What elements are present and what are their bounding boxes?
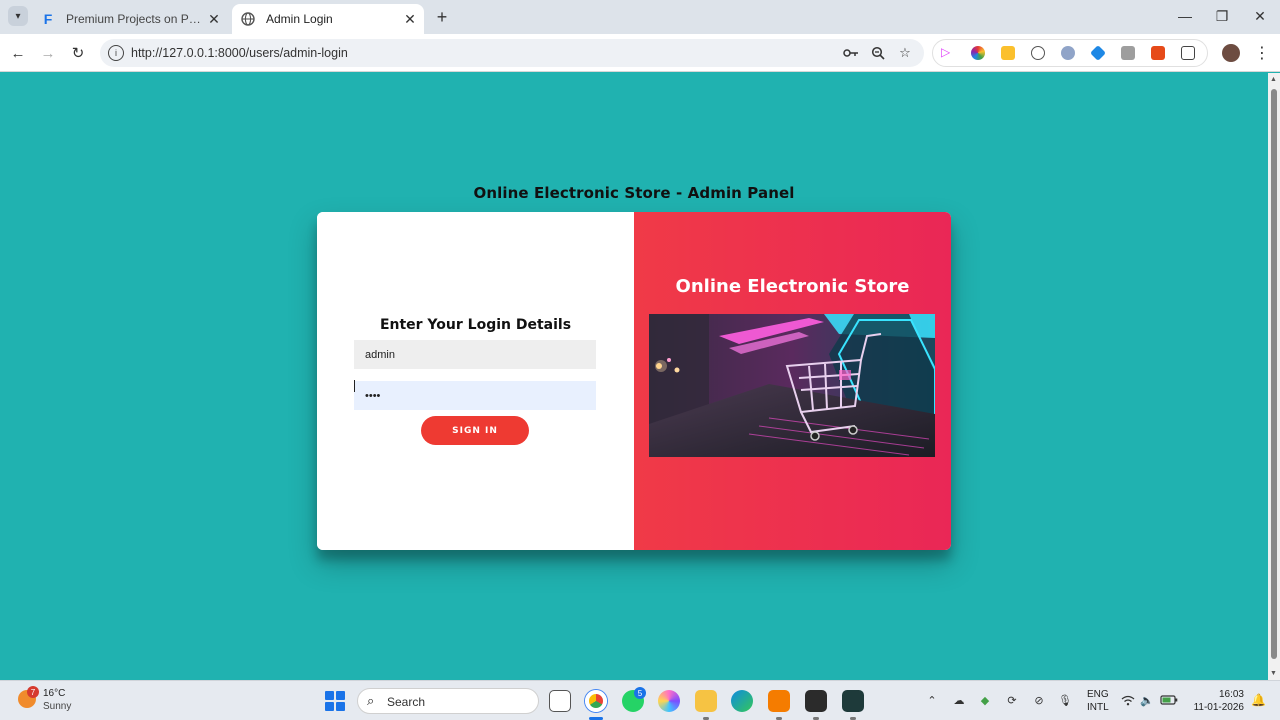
edge-icon[interactable] xyxy=(731,690,753,712)
volume-icon[interactable]: 🔈 xyxy=(1140,693,1154,707)
url-text[interactable]: http://127.0.0.1:8000/users/admin-login xyxy=(131,46,348,60)
chrome-icon[interactable] xyxy=(585,690,607,712)
search-label: Search xyxy=(387,695,426,709)
clock-time: 16:03 xyxy=(1218,689,1244,700)
text-caret xyxy=(354,380,355,392)
extension-pin-icon[interactable] xyxy=(1090,45,1106,61)
zoom-icon[interactable] xyxy=(869,45,887,61)
wifi-icon[interactable] xyxy=(1121,693,1135,707)
refresh-sync-icon[interactable]: ⟳ xyxy=(1005,693,1019,707)
f-logo-icon: F xyxy=(43,11,53,27)
taskbar-search[interactable]: ⌕ Search xyxy=(357,688,539,714)
extension-play-icon[interactable]: ▷ xyxy=(941,45,955,59)
address-bar[interactable]: i http://127.0.0.1:8000/users/admin-logi… xyxy=(100,39,924,67)
browser-tab-bar: ▾ F Premium Projects on PHP, Java, ✕ Adm… xyxy=(0,0,1280,34)
language-line1: ENG xyxy=(1087,689,1109,700)
extension-circle-icon[interactable] xyxy=(1031,46,1045,60)
vertical-scrollbar[interactable]: ▲ ▼ xyxy=(1268,73,1280,680)
task-view-icon[interactable] xyxy=(549,690,571,712)
back-icon[interactable]: ← xyxy=(8,43,28,63)
profile-avatar[interactable] xyxy=(1222,44,1240,62)
onedrive-cloud-icon[interactable]: ☁ xyxy=(952,693,966,707)
tab-admin-login[interactable]: Admin Login ✕ xyxy=(232,4,424,34)
extension-camera-icon[interactable] xyxy=(1121,46,1135,60)
extension-color-picker-icon[interactable] xyxy=(971,46,985,60)
show-hidden-icons-chevron-icon[interactable]: ⌃ xyxy=(925,693,939,707)
copilot-icon[interactable] xyxy=(658,690,680,712)
close-tab-icon[interactable]: ✕ xyxy=(206,11,222,27)
globe-icon xyxy=(240,11,256,27)
sync-app-icon[interactable]: ◆ xyxy=(978,693,992,707)
battery-icon[interactable] xyxy=(1160,693,1178,707)
login-form-title: Enter Your Login Details xyxy=(379,317,572,333)
whatsapp-badge: 5 xyxy=(634,687,646,699)
extensions-area: ▷ xyxy=(932,39,1208,67)
extensions-puzzle-icon[interactable] xyxy=(1181,46,1195,60)
scrollbar-thumb[interactable] xyxy=(1271,89,1277,659)
taskbar: 7 16°C Sunny ⌕ Search 5 ⌃ ☁ ◆ ⟳ ⊘ 🎙 ENG … xyxy=(0,680,1280,720)
file-explorer-icon[interactable] xyxy=(695,690,717,712)
username-input[interactable] xyxy=(354,340,596,369)
login-form-panel: Enter Your Login Details SIGN IN xyxy=(317,212,634,550)
tab-premium-projects[interactable]: F Premium Projects on PHP, Java, ✕ xyxy=(32,4,228,34)
extension-feather-icon[interactable] xyxy=(1061,46,1075,60)
extension-notes-icon[interactable] xyxy=(1001,46,1015,60)
extension-percent-icon[interactable] xyxy=(1151,46,1165,60)
restore-button[interactable]: ❐ xyxy=(1212,6,1232,26)
page-title: Online Electronic Store - Admin Panel xyxy=(473,184,795,202)
store-banner-panel: Online Electronic Store xyxy=(634,212,951,550)
minimize-button[interactable]: — xyxy=(1175,6,1195,26)
tab-title: Premium Projects on PHP, Java, xyxy=(66,12,206,26)
forward-icon[interactable]: → xyxy=(38,43,58,63)
site-info-icon[interactable]: i xyxy=(108,45,124,61)
language-indicator[interactable]: ENG INTL xyxy=(1087,688,1109,714)
password-input[interactable] xyxy=(354,381,596,410)
scroll-up-arrow-icon[interactable]: ▲ xyxy=(1270,76,1277,83)
bookmark-star-icon[interactable]: ☆ xyxy=(896,45,914,61)
notification-bell-icon[interactable]: 🔔 xyxy=(1251,693,1266,707)
weather-badge: 7 xyxy=(27,686,39,698)
weather-description[interactable]: Sunny xyxy=(43,701,71,712)
page-viewport: Online Electronic Store - Admin Panel En… xyxy=(0,73,1268,680)
tab-title: Admin Login xyxy=(266,12,333,26)
language-line2: INTL xyxy=(1087,702,1109,713)
sign-in-button[interactable]: SIGN IN xyxy=(421,416,529,445)
search-icon: ⌕ xyxy=(367,693,375,708)
banner-title: Online Electronic Store xyxy=(675,276,910,297)
close-tab-icon[interactable]: ✕ xyxy=(402,11,418,27)
windows-start-icon[interactable] xyxy=(325,691,345,711)
microphone-icon[interactable]: 🎙 xyxy=(1058,693,1072,707)
close-window-button[interactable]: ✕ xyxy=(1250,6,1270,26)
password-key-icon[interactable] xyxy=(842,45,860,61)
tab-search-chevron-icon[interactable]: ▾ xyxy=(8,6,28,26)
clock-date: 11-01-2026 xyxy=(1193,702,1244,713)
weather-temperature[interactable]: 16°C xyxy=(43,688,65,699)
menu-kebab-icon[interactable]: ⋮ xyxy=(1254,43,1270,63)
browser-toolbar: ← → ↻ i http://127.0.0.1:8000/users/admi… xyxy=(0,34,1280,72)
terminal-icon[interactable] xyxy=(805,690,827,712)
system-clock[interactable]: 16:03 11-01-2026 xyxy=(1188,688,1244,714)
pycharm-icon[interactable] xyxy=(842,690,864,712)
scroll-down-arrow-icon[interactable]: ▼ xyxy=(1270,670,1277,677)
reload-icon[interactable]: ↻ xyxy=(68,43,88,63)
eye-off-icon[interactable]: ⊘ xyxy=(1032,693,1046,707)
xampp-icon[interactable] xyxy=(768,690,790,712)
shopping-cart-image xyxy=(649,314,935,457)
login-card: Enter Your Login Details SIGN IN Online … xyxy=(317,212,951,550)
new-tab-button[interactable]: + xyxy=(432,7,452,27)
